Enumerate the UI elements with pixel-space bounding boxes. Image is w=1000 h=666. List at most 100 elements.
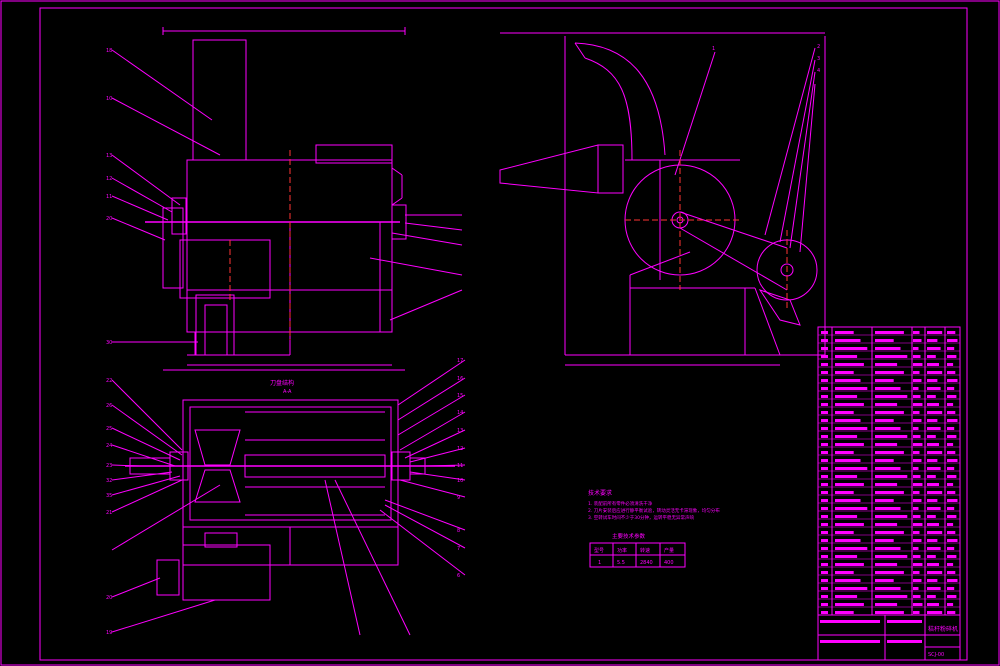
parts-list-cell-mark xyxy=(927,459,938,462)
balloon-front-13: 13 xyxy=(106,153,112,159)
parts-list-cell-mark xyxy=(947,347,955,350)
parts-list-cell-mark xyxy=(835,563,864,566)
parts-list-cell-mark xyxy=(947,379,958,382)
parts-list-cell-mark xyxy=(875,499,894,502)
parts-list-cell-mark xyxy=(927,587,941,590)
note-line-2: 2. 刀片安装后应进行静平衡试验，转动灵活无卡滞现象，均匀分布 xyxy=(588,507,720,514)
parts-list-index-mark xyxy=(821,379,828,382)
parts-list-index-mark xyxy=(821,451,828,454)
spec-value-speed: 2840 xyxy=(640,560,653,566)
parts-list-cell-mark xyxy=(875,371,904,374)
parts-list-index-mark xyxy=(821,331,828,334)
spec-value-power: 5.5 xyxy=(617,560,625,566)
parts-list-index-mark xyxy=(821,339,828,342)
parts-list-cell-mark xyxy=(875,419,894,422)
title-block-mark xyxy=(820,620,880,623)
parts-list-cell-mark xyxy=(913,515,921,518)
parts-list-cell-mark xyxy=(947,499,958,502)
parts-list-index-mark xyxy=(821,595,828,598)
note-line-1: 1. 装配前所有零件必须清洗干净 xyxy=(588,500,653,507)
parts-list-cell-mark xyxy=(875,515,908,518)
parts-list-cell-mark xyxy=(875,355,908,358)
parts-list-cell-mark xyxy=(875,331,904,334)
parts-list-cell-mark xyxy=(947,563,954,566)
parts-list-cell-mark xyxy=(927,387,941,390)
parts-list-cell-mark xyxy=(835,443,864,446)
note-line-3: 3. 空转试车时间不少于30分钟，运转平稳无异常声响 xyxy=(588,514,694,521)
parts-list-cell-mark xyxy=(835,507,868,510)
parts-list-cell-mark xyxy=(875,347,901,350)
balloon-front-11: 11 xyxy=(106,194,112,200)
parts-list-cell-mark xyxy=(927,595,936,598)
parts-list-cell-mark xyxy=(875,563,898,566)
section-view xyxy=(111,359,466,636)
balloon-sec-21: 21 xyxy=(106,510,112,516)
balloon-sec-20: 20 xyxy=(106,595,112,601)
parts-list-index-mark xyxy=(821,467,828,470)
parts-list-cell-mark xyxy=(927,603,939,606)
parts-list-cell-mark xyxy=(875,363,898,366)
parts-list-cell-mark xyxy=(913,355,921,358)
balloon-sec-19: 19 xyxy=(106,630,112,636)
parts-list-cell-mark xyxy=(947,555,957,558)
balloon-front-20: 20 xyxy=(106,216,112,222)
parts-list-cell-mark xyxy=(835,363,864,366)
parts-list-cell-mark xyxy=(927,355,936,358)
parts-list-cell-mark xyxy=(927,571,943,574)
parts-list-cell-mark xyxy=(927,499,938,502)
parts-list-cell-mark xyxy=(835,579,861,582)
parts-list-cell-mark xyxy=(927,507,941,510)
parts-list-cell-mark xyxy=(947,411,956,414)
parts-list-cell-mark xyxy=(913,499,922,502)
rotor-housing xyxy=(182,399,399,528)
parts-list-cell-mark xyxy=(835,483,864,486)
balloon-sec-25: 25 xyxy=(106,426,112,432)
parts-list-cell-mark xyxy=(947,507,955,510)
parts-list-index-mark xyxy=(821,515,828,518)
parts-list-cell-mark xyxy=(913,347,919,350)
parts-list-cell-mark xyxy=(875,395,908,398)
parts-list-cell-mark xyxy=(875,603,898,606)
parts-list-cell-mark xyxy=(913,451,920,454)
parts-list-cell-mark xyxy=(947,539,958,542)
parts-list-index-mark xyxy=(821,611,828,614)
parts-list-index-mark xyxy=(821,491,828,494)
parts-list-cell-mark xyxy=(927,427,941,430)
parts-list-cell-mark xyxy=(947,395,957,398)
parts-list-cell-mark xyxy=(835,515,858,518)
parts-list-index-mark xyxy=(821,483,828,486)
parts-list-cell-mark xyxy=(927,403,939,406)
parts-list-cell-mark xyxy=(875,451,904,454)
parts-list-cell-mark xyxy=(913,475,921,478)
parts-list-cell-mark xyxy=(835,371,854,374)
parts-list-cell-mark xyxy=(927,435,936,438)
parts-list-cell-mark xyxy=(835,387,868,390)
feed-chute xyxy=(192,39,247,161)
parts-list-cell-mark xyxy=(835,491,854,494)
parts-list-cell-mark xyxy=(875,387,901,390)
parts-list-cell-mark xyxy=(927,515,936,518)
balloon-sec-22: 22 xyxy=(106,378,112,384)
parts-list-cell-mark xyxy=(927,443,939,446)
balloon-sec-14: 14 xyxy=(457,410,463,416)
parts-list-cell-mark xyxy=(875,523,898,526)
parts-list-index-mark xyxy=(821,539,828,542)
balloon-side-4: 4 xyxy=(817,68,820,74)
balloon-sec-24: 24 xyxy=(106,443,112,449)
parts-list-cell-mark xyxy=(947,419,958,422)
parts-list-cell-mark xyxy=(835,347,868,350)
parts-list-cell-mark xyxy=(875,539,894,542)
parts-list-cell-mark xyxy=(947,547,955,550)
parts-list-cell-mark xyxy=(835,587,868,590)
drawing-code: SCJ-00 xyxy=(928,652,944,658)
motor xyxy=(179,239,271,299)
parts-list-cell-mark xyxy=(913,435,921,438)
section-motor xyxy=(182,544,271,601)
parts-list-cell-mark xyxy=(927,411,943,414)
parts-list-cell-mark xyxy=(927,579,938,582)
parts-list-cell-mark xyxy=(927,339,938,342)
title-block-mark xyxy=(887,640,922,643)
cad-drawing-canvas: 刀盘结构 A-A 技术要求 1. 装配前所有零件必须清洗干净 2. 刀片安装后应… xyxy=(0,0,1000,666)
spec-value-output: 400 xyxy=(664,560,674,566)
balloon-side-1: 1 xyxy=(712,46,715,52)
